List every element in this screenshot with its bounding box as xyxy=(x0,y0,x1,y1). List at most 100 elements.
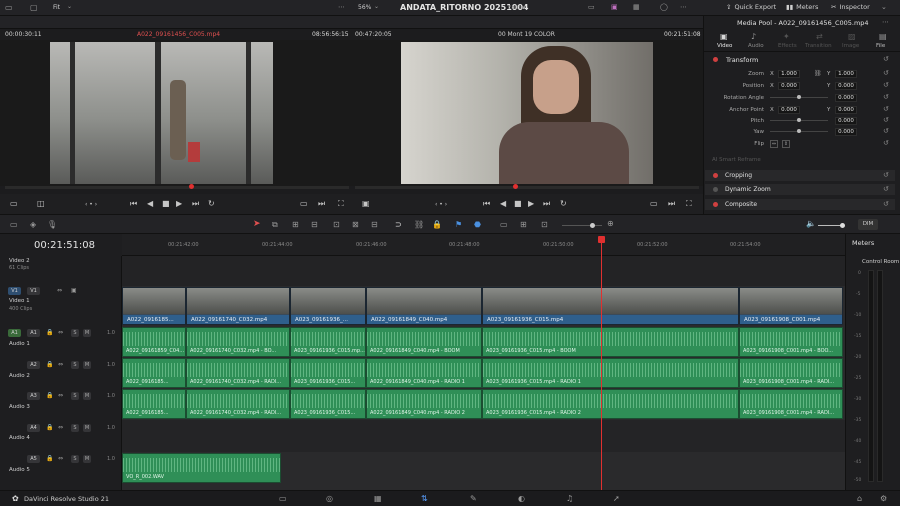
lock-icon[interactable]: 🔒 xyxy=(46,455,53,462)
chevron-down-icon[interactable]: ⌄ xyxy=(67,3,72,10)
position-x-field[interactable]: 0.000 xyxy=(778,82,800,90)
solo-button[interactable]: S xyxy=(71,361,79,369)
auto-select-icon[interactable]: ⇔ xyxy=(57,287,62,294)
track-badge-v1[interactable]: V1 xyxy=(27,287,40,295)
yaw-field[interactable]: 0.000 xyxy=(835,128,857,136)
reset-icon[interactable]: ↺ xyxy=(883,105,889,113)
audio-clip[interactable]: A023_09161908_C001.mp4 - BOO... xyxy=(739,327,843,357)
flip-vertical-icon[interactable]: ⇕ xyxy=(782,140,790,148)
audio-clip[interactable]: A023_09161936_C015.mp4 - BOOM xyxy=(482,327,739,357)
tab-audio[interactable]: Audio xyxy=(748,43,764,49)
audio-clip[interactable]: A022_09161740_C032.mp4 - RADI... xyxy=(186,358,290,388)
source-playhead[interactable] xyxy=(189,184,194,189)
solo-button[interactable]: S xyxy=(71,329,79,337)
match-frame-icon[interactable]: ▭ xyxy=(650,199,658,208)
pitch-field[interactable]: 0.000 xyxy=(835,117,857,125)
source-clip-name[interactable]: A022_09161456_C005.mp4 xyxy=(137,31,220,38)
reset-icon[interactable]: ↺ xyxy=(883,93,889,101)
reset-icon[interactable]: ↺ xyxy=(883,171,889,179)
timeline-playhead[interactable] xyxy=(601,236,602,490)
color-mode-icon[interactable]: ▣ xyxy=(611,3,618,11)
zoom-y-field[interactable]: 1.000 xyxy=(835,70,857,78)
source-viewer-frame[interactable] xyxy=(50,42,273,184)
overwrite-clip-icon[interactable]: ⊠ xyxy=(352,220,359,229)
video-clip[interactable]: A023_09161936_... xyxy=(290,287,366,325)
track-level[interactable]: 1.0 xyxy=(107,425,115,431)
replace-clip-icon[interactable]: ⊟ xyxy=(371,220,378,229)
collapse-icon[interactable]: ⌄ xyxy=(881,3,887,11)
zoom-detail-icon[interactable]: ⊞ xyxy=(520,220,527,229)
source-scrub-bar[interactable] xyxy=(5,186,349,189)
audio-clip[interactable]: A022_09161859_C04... xyxy=(122,327,186,357)
stop-icon[interactable]: ■ xyxy=(162,199,170,208)
dynamic-zoom-enabled-dot[interactable] xyxy=(713,187,718,192)
mute-button[interactable]: M xyxy=(83,329,91,337)
auto-select-icon[interactable]: ⇔ xyxy=(58,455,63,462)
solo-button[interactable]: S xyxy=(71,424,79,432)
track-badge-v1-source[interactable]: V1 xyxy=(8,287,21,295)
chevron-down-icon[interactable]: ⌄ xyxy=(374,3,379,10)
auto-select-icon[interactable]: ⇔ xyxy=(58,361,63,368)
track-badge-a3[interactable]: A3 xyxy=(27,392,40,400)
lock-icon[interactable]: 🔒 xyxy=(432,220,442,229)
tab-video[interactable]: Video xyxy=(717,43,732,49)
zoom-dropdown[interactable]: 56% xyxy=(358,4,371,11)
transform-section-title[interactable]: Transform xyxy=(726,56,758,64)
solo-button[interactable]: S xyxy=(71,392,79,400)
lock-icon[interactable]: 🔒 xyxy=(46,329,53,336)
video-toggle-icon[interactable]: ▣ xyxy=(71,287,77,294)
dynamic-zoom-section[interactable]: Dynamic Zoom xyxy=(705,184,895,195)
tab-effects[interactable]: Effects xyxy=(778,43,797,49)
link-icon[interactable]: ⛓ xyxy=(814,70,822,77)
fit-dropdown[interactable]: Fit xyxy=(53,4,60,11)
audio-options-icon[interactable]: ◫ xyxy=(37,199,45,208)
anchor-x-field[interactable]: 0.000 xyxy=(778,106,800,114)
audio-clip[interactable]: A023_09161936_C015.mp4 - RADIO 1 xyxy=(482,358,739,388)
track-badge-a5[interactable]: A5 xyxy=(27,455,40,463)
track-name-a3[interactable]: Audio 3 xyxy=(9,404,30,410)
timeline-viewer-playhead[interactable] xyxy=(513,184,518,189)
color-page-icon[interactable]: ◐ xyxy=(518,494,525,503)
reverse-play-icon[interactable]: ◀ xyxy=(147,199,153,208)
marker-icon[interactable]: ⬣ xyxy=(474,220,481,229)
audio-clip[interactable]: A022_09161740_C032.mp4 - RADI... xyxy=(186,389,290,419)
fullscreen-icon[interactable]: ⛶ xyxy=(338,199,344,209)
cropping-section[interactable]: Cropping xyxy=(705,170,895,181)
reset-icon[interactable]: ↺ xyxy=(883,139,889,147)
stop-icon[interactable]: ■ xyxy=(514,199,522,208)
match-frame-icon[interactable]: ▭ xyxy=(300,199,308,208)
audio-clip[interactable]: A023_09161936_C015.mp... xyxy=(290,327,366,357)
reset-icon[interactable]: ↺ xyxy=(883,116,889,124)
jog-icon[interactable]: ‹ • › xyxy=(85,201,97,208)
more-options-icon[interactable]: ⋯ xyxy=(338,3,345,11)
track-badge-a4[interactable]: A4 xyxy=(27,424,40,432)
jog-icon[interactable]: ‹ • › xyxy=(435,201,447,208)
fusion-page-icon[interactable]: ✎ xyxy=(470,494,477,503)
home-icon[interactable]: ⌂ xyxy=(857,494,862,503)
auto-select-icon[interactable]: ⇔ xyxy=(58,329,63,336)
track-level[interactable]: 1.0 xyxy=(107,456,115,462)
track-name-v2[interactable]: Video 2 xyxy=(9,258,30,264)
transition-icon[interactable]: ⇄ xyxy=(816,32,823,41)
audio-clip[interactable]: A023_09161936_C015... xyxy=(290,389,366,419)
blade-tool-icon[interactable]: ⊟ xyxy=(311,220,318,229)
auto-select-icon[interactable]: ⇔ xyxy=(58,392,63,399)
settings-icon[interactable]: ◯ xyxy=(660,3,668,11)
track-name-v1[interactable]: Video 1 xyxy=(9,298,30,304)
video-icon[interactable]: ▣ xyxy=(720,32,728,41)
next-edit-icon[interactable]: ⏭ xyxy=(668,199,675,209)
track-lane-v2[interactable] xyxy=(122,256,845,286)
reset-icon[interactable]: ↺ xyxy=(883,69,889,77)
mute-button[interactable]: M xyxy=(83,392,91,400)
audio-clip[interactable]: A022_09161849_C040.mp4 - RADIO 1 xyxy=(366,358,482,388)
volume-handle[interactable] xyxy=(840,223,845,228)
timeline-viewer-frame[interactable] xyxy=(401,42,653,184)
reverse-play-icon[interactable]: ◀ xyxy=(500,199,506,208)
play-icon[interactable]: ▶ xyxy=(528,199,534,208)
media-pool-toggle-icon[interactable]: ▭ xyxy=(5,3,13,12)
speaker-icon[interactable]: 🔈 xyxy=(806,219,816,228)
video-clip[interactable]: A023_09161908_C001.mp4 xyxy=(739,287,843,325)
anchor-y-field[interactable]: 0.000 xyxy=(835,106,857,114)
play-icon[interactable]: ▶ xyxy=(176,199,182,208)
auto-select-icon[interactable]: ⇔ xyxy=(58,424,63,431)
